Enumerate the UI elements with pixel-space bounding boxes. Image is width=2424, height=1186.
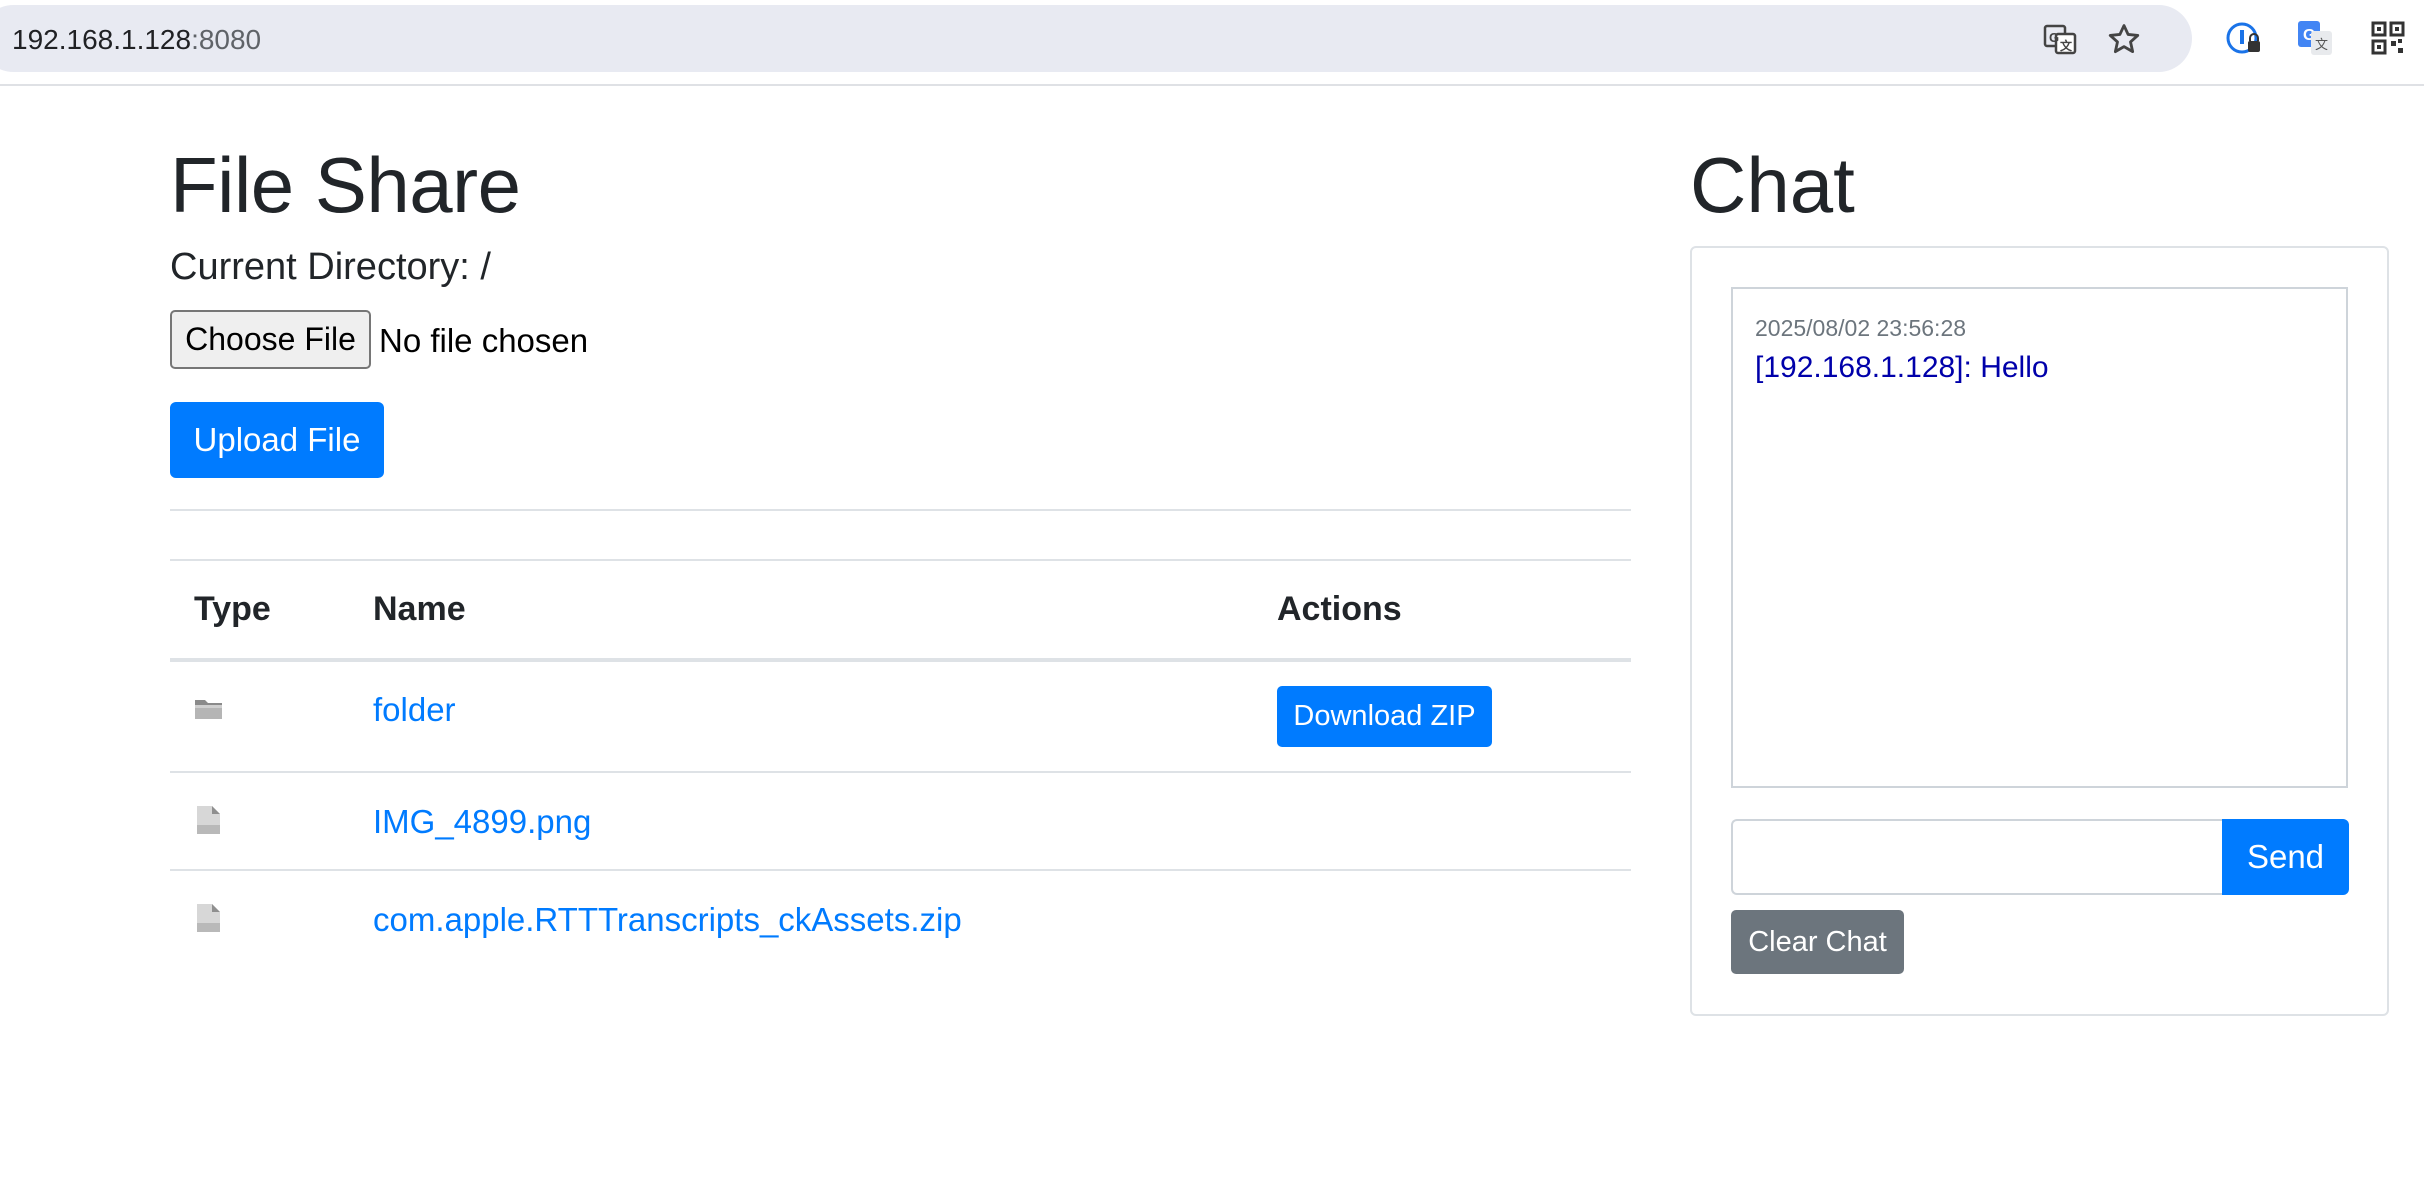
file-link-rtt-transcripts-zip[interactable]: com.apple.RTTTranscripts_ckAssets.zip bbox=[373, 901, 962, 939]
table-top-border bbox=[170, 559, 1631, 561]
table-row-border bbox=[170, 771, 1631, 773]
chat-log[interactable]: 2025/08/02 23:56:28 [192.168.1.128]: Hel… bbox=[1731, 287, 2348, 788]
chat-title: Chat bbox=[1690, 141, 1855, 229]
send-button[interactable]: Send bbox=[2222, 819, 2349, 895]
qr-code-icon[interactable] bbox=[2366, 16, 2410, 60]
browser-toolbar: 192.168.1.128:8080 G 文 G 文 bbox=[0, 0, 2424, 86]
table-row-border bbox=[170, 869, 1631, 871]
folder-icon bbox=[194, 693, 224, 723]
divider bbox=[170, 509, 1631, 511]
url-host: 192.168.1.128 bbox=[12, 24, 192, 55]
current-directory: Current Directory: / bbox=[170, 246, 491, 288]
choose-file-button[interactable]: Choose File bbox=[170, 310, 371, 369]
url-text[interactable]: 192.168.1.128:8080 bbox=[12, 24, 261, 56]
chat-message-timestamp: 2025/08/02 23:56:28 bbox=[1755, 315, 1967, 341]
table-header-actions: Actions bbox=[1277, 590, 1402, 628]
bookmark-star-icon[interactable] bbox=[2102, 17, 2146, 61]
table-header-name: Name bbox=[373, 590, 466, 628]
svg-text:文: 文 bbox=[2060, 38, 2073, 53]
google-translate-extension-icon[interactable]: G 文 bbox=[2293, 16, 2337, 60]
no-file-chosen-text: No file chosen bbox=[379, 322, 589, 359]
file-icon bbox=[194, 903, 224, 933]
file-link-folder[interactable]: folder bbox=[373, 691, 456, 729]
chat-message-text: [192.168.1.128]: Hello bbox=[1755, 351, 2049, 384]
upload-file-button[interactable]: Upload File bbox=[170, 402, 384, 478]
file-icon bbox=[194, 805, 224, 835]
url-port: :8080 bbox=[191, 24, 262, 55]
svg-text:文: 文 bbox=[2315, 37, 2328, 52]
table-header-border bbox=[170, 658, 1631, 662]
page-title: File Share bbox=[170, 141, 521, 229]
password-manager-icon[interactable] bbox=[2222, 16, 2266, 60]
address-bar[interactable]: 192.168.1.128:8080 G 文 bbox=[0, 5, 2192, 72]
chat-message-input[interactable] bbox=[1731, 819, 2223, 895]
download-zip-button[interactable]: Download ZIP bbox=[1277, 686, 1492, 747]
svg-text:G: G bbox=[2049, 30, 2059, 45]
clear-chat-button[interactable]: Clear Chat bbox=[1731, 910, 1904, 974]
translate-icon[interactable]: G 文 bbox=[2038, 17, 2082, 61]
table-header-type: Type bbox=[194, 590, 271, 628]
file-link-img-4899[interactable]: IMG_4899.png bbox=[373, 803, 591, 841]
